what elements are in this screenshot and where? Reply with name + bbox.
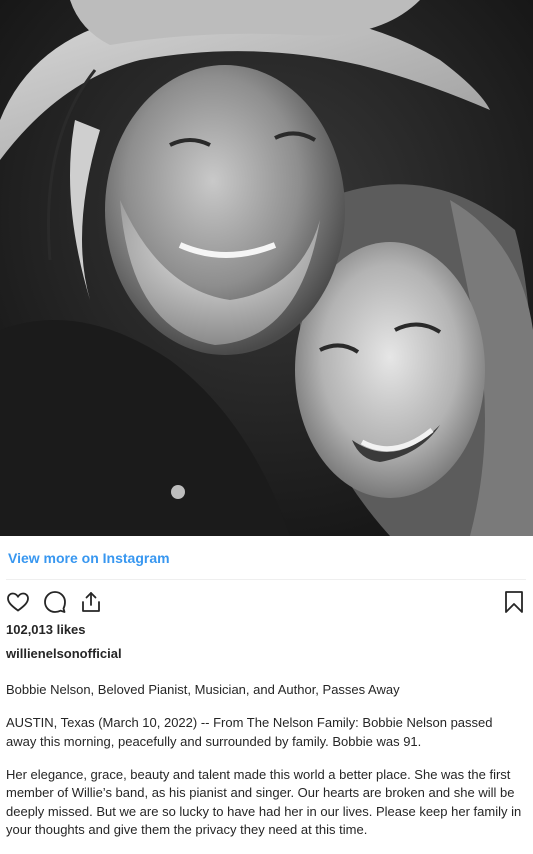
comment-bubble-icon[interactable] bbox=[41, 588, 69, 616]
caption-paragraph: AUSTIN, Texas (March 10, 2022) -- From T… bbox=[6, 715, 493, 749]
heart-outline-icon[interactable] bbox=[4, 588, 32, 616]
post-caption: Bobbie Nelson, Beloved Pianist, Musician… bbox=[6, 681, 526, 854]
likes-count[interactable]: 102,013 likes bbox=[6, 622, 86, 638]
post-photo[interactable] bbox=[0, 0, 533, 536]
share-upload-icon[interactable] bbox=[77, 588, 105, 616]
view-more-link[interactable]: View more on Instagram bbox=[8, 549, 170, 567]
caption-paragraph: Her elegance, grace, beauty and talent m… bbox=[6, 766, 522, 838]
divider bbox=[6, 579, 526, 580]
post-actions bbox=[4, 588, 528, 616]
caption-headline: Bobbie Nelson, Beloved Pianist, Musician… bbox=[6, 682, 400, 697]
post-username[interactable]: willienelsonofficial bbox=[6, 646, 122, 662]
bookmark-icon[interactable] bbox=[500, 588, 528, 616]
photo-illustration bbox=[0, 0, 533, 536]
